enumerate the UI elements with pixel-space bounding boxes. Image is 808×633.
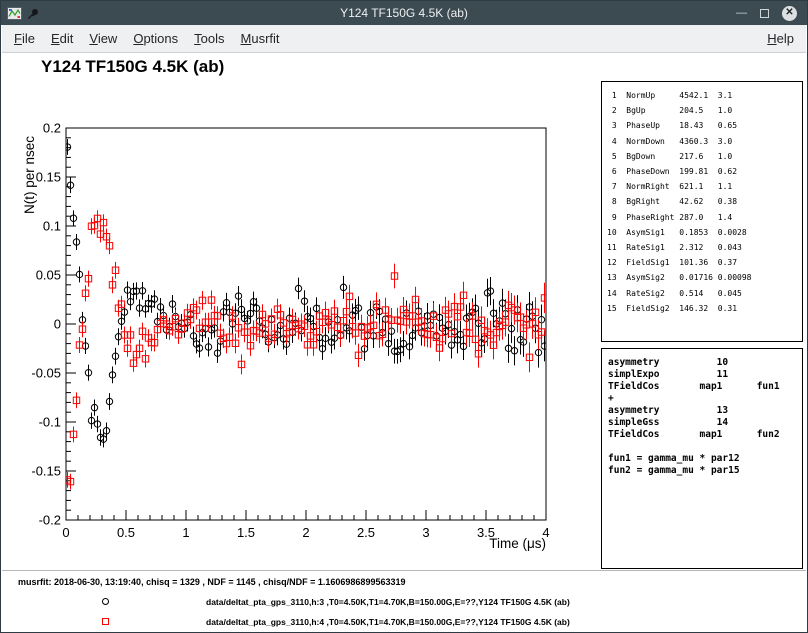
param-row: 6 PhaseDown 199.81 0.62 (607, 164, 802, 179)
y-tick-label: -0.1 (39, 415, 61, 430)
plot-frame (66, 128, 546, 520)
x-tick-label: 3 (422, 525, 429, 540)
parameter-box: 1 NormUp 4542.1 3.1 2 BgUp 204.5 1.0 3 P… (601, 81, 803, 342)
y-tick-label: -0.15 (31, 464, 61, 479)
param-row: 1 NormUp 4542.1 3.1 (607, 88, 802, 103)
y-tick-label: 0 (54, 317, 61, 332)
y-tick-label: 0.1 (43, 219, 61, 234)
legend-label: data/deltat_pta_gps_3110,h:3 ,T0=4.50K,T… (206, 597, 570, 607)
menu-view[interactable]: View (81, 31, 125, 46)
y-tick-label: -0.2 (39, 513, 61, 528)
circle-marker-icon (102, 598, 109, 605)
close-button[interactable]: ✕ (782, 6, 797, 21)
menu-file[interactable]: File (6, 31, 43, 46)
param-row: 3 PhaseUp 18.43 0.65 (607, 118, 802, 133)
legend: data/deltat_pta_gps_3110,h:3 ,T0=4.50K,T… (2, 592, 806, 632)
param-row: 15 FieldSig2 146.32 0.31 (607, 301, 802, 316)
menu-help[interactable]: Help (759, 31, 802, 46)
param-row: 5 BgDown 217.6 1.0 (607, 149, 802, 164)
y-tick-label: 0.15 (36, 170, 61, 185)
window-title: Y124 TF150G 4.5K (ab) (1, 6, 807, 20)
canvas-area[interactable]: Y124 TF150G 4.5K (ab) 0.20.150.10.050-0.… (2, 53, 806, 631)
y-tick-label: -0.05 (31, 366, 61, 381)
menu-edit[interactable]: Edit (43, 31, 81, 46)
x-tick-label: 2.5 (357, 525, 375, 540)
x-tick-label: 2 (302, 525, 309, 540)
menubar: FileEditViewOptionsToolsMusrfit Help (2, 25, 806, 53)
param-row: 10 AsymSig1 0.1853 0.0028 (607, 225, 802, 240)
param-row: 4 NormDown 4360.3 3.0 (607, 134, 802, 149)
param-table: 1 NormUp 4542.1 3.1 2 BgUp 204.5 1.0 3 P… (607, 88, 802, 316)
theory-text: asymmetry 10 simplExpo 11 TFieldCos map1… (608, 357, 802, 477)
plot-title: Y124 TF150G 4.5K (ab) (41, 57, 224, 77)
param-row: 14 RateSig2 0.514 0.045 (607, 286, 802, 301)
x-tick-label: 0.5 (117, 525, 135, 540)
fit-info: musrfit: 2018-06-30, 13:19:40, chisq = 1… (18, 577, 405, 587)
param-row: 2 BgUp 204.5 1.0 (607, 103, 802, 118)
param-row: 11 RateSig1 2.312 0.043 (607, 240, 802, 255)
param-row: 13 AsymSig2 0.01716 0.00098 (607, 270, 802, 285)
titlebar: Y124 TF150G 4.5K (ab) — ✕ (1, 1, 807, 25)
param-row: 9 PhaseRight 287.0 1.4 (607, 210, 802, 225)
maximize-button[interactable] (760, 9, 769, 18)
legend-row: data/deltat_pta_gps_3110,h:3 ,T0=4.50K,T… (2, 592, 806, 612)
square-marker-icon (102, 618, 109, 625)
app-icon[interactable] (7, 7, 22, 20)
y-tick-label: 0.05 (36, 268, 61, 283)
menu-options[interactable]: Options (125, 31, 186, 46)
x-tick-label: 1.5 (237, 525, 255, 540)
legend-row: data/deltat_pta_gps_3110,h:4 ,T0=4.50K,T… (2, 612, 806, 632)
param-row: 12 FieldSig1 101.36 0.37 (607, 255, 802, 270)
titlebar-icons (7, 7, 39, 20)
param-row: 7 NormRight 621.1 1.1 (607, 179, 802, 194)
data-points (64, 139, 547, 489)
pin-icon[interactable] (27, 7, 39, 20)
series-square (64, 210, 547, 489)
app-window: Y124 TF150G 4.5K (ab) — ✕ FileEditViewOp… (0, 0, 808, 633)
param-row: 8 BgRight 42.62 0.38 (607, 194, 802, 209)
plot-footer: musrfit: 2018-06-30, 13:19:40, chisq = 1… (2, 570, 806, 631)
y-axis-title: N(t) per nsec (22, 136, 37, 214)
theory-box: asymmetry 10 simplExpo 11 TFieldCos map1… (601, 348, 803, 569)
menu-musrfit[interactable]: Musrfit (233, 31, 288, 46)
window-controls: — ✕ (736, 1, 797, 25)
menu-items: FileEditViewOptionsToolsMusrfit (6, 31, 288, 46)
x-axis-title: Time (μs) (489, 536, 546, 551)
menu-tools[interactable]: Tools (186, 31, 232, 46)
series-circle (64, 139, 547, 447)
x-tick-label: 0 (62, 525, 69, 540)
plot[interactable]: 0.20.150.10.050-0.05-0.1-0.15-0.200.511.… (19, 86, 594, 576)
y-tick-label: 0.2 (43, 121, 61, 136)
x-tick-label: 1 (182, 525, 189, 540)
minimize-button[interactable]: — (736, 8, 747, 19)
legend-label: data/deltat_pta_gps_3110,h:4 ,T0=4.50K,T… (206, 617, 570, 627)
